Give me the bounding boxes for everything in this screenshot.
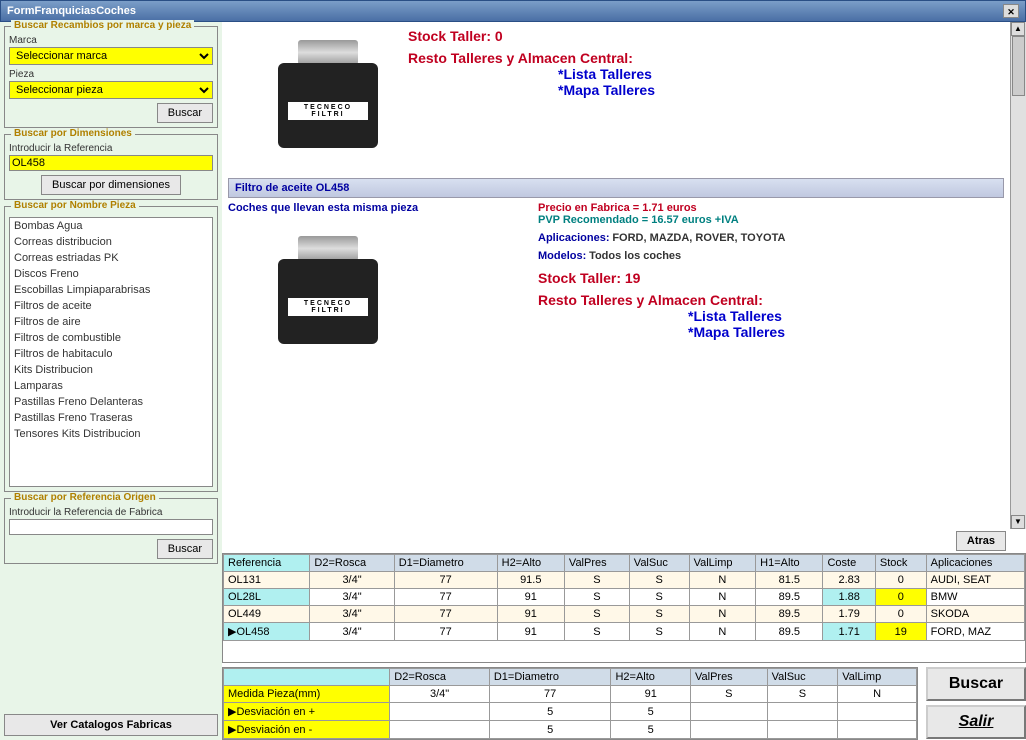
col-header[interactable]: Coste (823, 555, 875, 572)
table-row[interactable]: OL28L3/4"7791SSN89.51.880BMW (224, 589, 1025, 606)
modelos-label: Modelos: (538, 250, 586, 262)
modelos-value: Todos los coches (589, 250, 681, 262)
stock-top: Stock Taller: 0 (408, 28, 1004, 44)
scroll-up-icon[interactable]: ▲ (1011, 22, 1025, 36)
detail-scrollbar[interactable]: ▲ ▼ (1010, 22, 1026, 529)
col-header[interactable]: D2=Rosca (390, 669, 490, 686)
results-grid[interactable]: ReferenciaD2=RoscaD1=DiametroH2=AltoValP… (222, 553, 1026, 663)
list-item[interactable]: Tensores Kits Distribucion (10, 426, 212, 442)
apps-value: FORD, MAZDA, ROVER, TOYOTA (612, 232, 785, 244)
resto-top: Resto Talleres y Almacen Central: (408, 50, 1004, 66)
table-row[interactable]: OL4493/4"7791SSN89.51.790SKODA (224, 606, 1025, 623)
marca-label: Marca (9, 35, 213, 46)
list-item[interactable]: Correas estriadas PK (10, 250, 212, 266)
table-row[interactable]: OL1313/4"7791.5SSN81.52.830AUDI, SEAT (224, 572, 1025, 589)
panel-title: Buscar por Dimensiones (11, 128, 135, 139)
product-separator: Filtro de aceite OL458 (228, 178, 1004, 198)
detail-pane: TECNECOFILTRI Stock Taller: 0 Resto Tall… (222, 22, 1010, 529)
col-header[interactable]: ValSuc (629, 555, 689, 572)
col-header[interactable] (224, 669, 390, 686)
scroll-thumb[interactable] (1012, 36, 1025, 96)
window-title: FormFranquiciasCoches (7, 5, 136, 17)
salir-button[interactable]: Salir (926, 705, 1026, 739)
pvp-recomendado: PVP Recomendado = 16.57 euros +IVA (538, 214, 1004, 226)
col-header[interactable]: Aplicaciones (926, 555, 1024, 572)
list-item[interactable]: Discos Freno (10, 266, 212, 282)
list-item[interactable]: Correas distribucion (10, 234, 212, 250)
table-row[interactable]: ▶Desviación en -55 (224, 721, 917, 739)
sidebar: Buscar Recambios por marca y pieza Marca… (0, 22, 222, 740)
close-button[interactable]: ✕ (1003, 4, 1019, 18)
col-header[interactable]: Referencia (224, 555, 310, 572)
panel-title: Buscar por Referencia Origen (11, 492, 159, 503)
buscar-dim-button[interactable]: Buscar por dimensiones (41, 175, 181, 195)
table-row[interactable]: Medida Pieza(mm)3/4"7791SSN (224, 686, 917, 703)
atras-button[interactable]: Atras (956, 531, 1006, 551)
product-image-top: TECNECOFILTRI (228, 28, 388, 168)
panel-title: Buscar Recambios por marca y pieza (11, 20, 194, 31)
titlebar: FormFranquiciasCoches ✕ (0, 0, 1026, 22)
col-header[interactable]: D1=Diametro (489, 669, 611, 686)
col-header[interactable]: ValLimp (689, 555, 756, 572)
ref-fabrica-input[interactable] (9, 519, 213, 535)
lista-talleres-link[interactable]: *Lista Talleres (558, 66, 1004, 82)
subtitle: Coches que llevan esta misma pieza (228, 202, 518, 214)
list-item[interactable]: Pastillas Freno Traseras (10, 410, 212, 426)
table-row[interactable]: ▶Desviación en +55 (224, 703, 917, 721)
col-header[interactable]: D2=Rosca (310, 555, 394, 572)
main-area: TECNECOFILTRI Stock Taller: 0 Resto Tall… (222, 22, 1026, 740)
col-header[interactable]: ValSuc (767, 669, 838, 686)
tolerance-grid[interactable]: D2=RoscaD1=DiametroH2=AltoValPresValSucV… (222, 667, 918, 740)
ref-label: Introducir la Referencia (9, 143, 213, 154)
ref-fabrica-label: Introducir la Referencia de Fabrica (9, 507, 213, 518)
col-header[interactable]: H2=Alto (611, 669, 691, 686)
col-header[interactable]: ValLimp (838, 669, 917, 686)
list-item[interactable]: Escobillas Limpiaparabrisas (10, 282, 212, 298)
search-name-panel: Buscar por Nombre Pieza Bombas AguaCorre… (4, 206, 218, 492)
ver-catalogos-button[interactable]: Ver Catalogos Fabricas (4, 714, 218, 736)
search-parts-panel: Buscar Recambios por marca y pieza Marca… (4, 26, 218, 128)
col-header[interactable]: ValPres (690, 669, 767, 686)
buscar-parts-button[interactable]: Buscar (157, 103, 213, 123)
list-item[interactable]: Pastillas Freno Delanteras (10, 394, 212, 410)
scroll-down-icon[interactable]: ▼ (1011, 515, 1025, 529)
pieza-select[interactable]: Seleccionar pieza (9, 81, 213, 99)
col-header[interactable]: ValPres (564, 555, 629, 572)
lista-talleres-link[interactable]: *Lista Talleres (688, 308, 1004, 324)
col-header[interactable]: H1=Alto (756, 555, 823, 572)
list-item[interactable]: Filtros de combustible (10, 330, 212, 346)
search-dimensions-panel: Buscar por Dimensiones Introducir la Ref… (4, 134, 218, 200)
mapa-talleres-link[interactable]: *Mapa Talleres (688, 324, 1004, 340)
pieza-label: Pieza (9, 69, 213, 80)
marca-select[interactable]: Seleccionar marca (9, 47, 213, 65)
buscar-big-button[interactable]: Buscar (926, 667, 1026, 701)
col-header[interactable]: D1=Diametro (394, 555, 497, 572)
search-origin-panel: Buscar por Referencia Origen Introducir … (4, 498, 218, 564)
precio-fabrica: Precio en Fabrica = 1.71 euros (538, 202, 1004, 214)
list-item[interactable]: Lamparas (10, 378, 212, 394)
resto-bottom: Resto Talleres y Almacen Central: (538, 292, 1004, 308)
apps-label: Aplicaciones: (538, 232, 610, 244)
list-item[interactable]: Filtros de aceite (10, 298, 212, 314)
col-header[interactable]: H2=Alto (497, 555, 564, 572)
stock-bottom: Stock Taller: 19 (538, 270, 1004, 286)
panel-title: Buscar por Nombre Pieza (11, 200, 139, 211)
ref-input[interactable] (9, 155, 213, 171)
product-image-bottom: TECNECOFILTRI (228, 224, 388, 364)
list-item[interactable]: Filtros de habitaculo (10, 346, 212, 362)
buscar-origin-button[interactable]: Buscar (157, 539, 213, 559)
list-item[interactable]: Filtros de aire (10, 314, 212, 330)
list-item[interactable]: Bombas Agua (10, 218, 212, 234)
piece-list: Bombas AguaCorreas distribucionCorreas e… (9, 217, 213, 487)
table-row[interactable]: ▶OL4583/4"7791SSN89.51.7119FORD, MAZ (224, 623, 1025, 641)
mapa-talleres-link[interactable]: *Mapa Talleres (558, 82, 1004, 98)
list-item[interactable]: Kits Distribucion (10, 362, 212, 378)
col-header[interactable]: Stock (875, 555, 926, 572)
